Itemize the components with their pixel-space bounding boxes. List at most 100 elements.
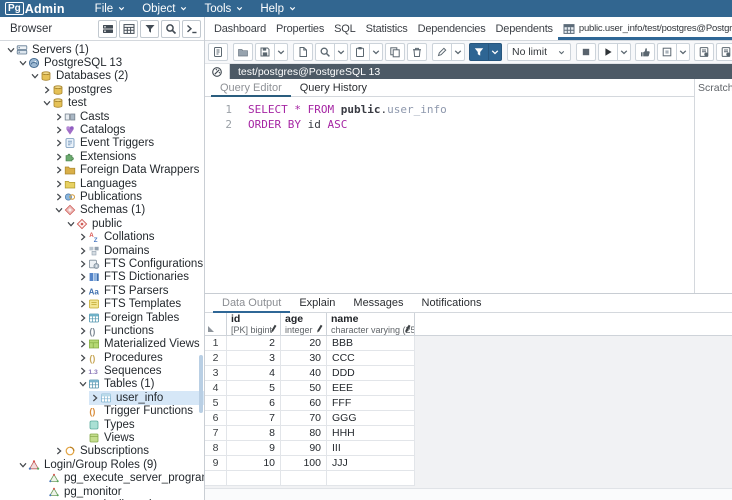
cell-r7-name[interactable]: HHH	[327, 426, 415, 441]
commit-button[interactable]	[635, 43, 655, 61]
tree-item-fts-templates[interactable]: FTS Templates	[0, 297, 204, 310]
filter-options-button[interactable]	[489, 43, 502, 61]
cell-r9-name[interactable]: JJJ	[327, 456, 415, 471]
tree-item-extensions[interactable]: Extensions	[0, 150, 204, 163]
tree-expand-icon[interactable]	[77, 273, 88, 281]
tree-expand-icon[interactable]	[77, 367, 88, 375]
server-connect-button[interactable]	[98, 20, 117, 38]
connection-status-button[interactable]	[205, 64, 230, 79]
cell-r3-id[interactable]: 4	[227, 366, 281, 381]
tree-item-trigger-functions[interactable]: ()Trigger Functions	[0, 405, 204, 418]
tab-messages[interactable]: Messages	[344, 294, 412, 312]
cell-r8-age[interactable]: 90	[281, 441, 327, 456]
rollback-button[interactable]	[657, 43, 677, 61]
tree-expand-icon[interactable]	[53, 113, 64, 121]
row-number[interactable]: 8	[205, 441, 227, 456]
cell-r1-name[interactable]: BBB	[327, 336, 415, 351]
cell-r4-age[interactable]: 50	[281, 381, 327, 396]
delete-rows-button[interactable]	[407, 43, 427, 61]
tab-properties[interactable]: Properties	[271, 17, 329, 40]
tree-item-servers-1[interactable]: Servers (1)	[0, 43, 204, 56]
tree-item-casts[interactable]: Casts	[0, 110, 204, 123]
tree-item-foreign-data-wrappers[interactable]: Foreign Data Wrappers	[0, 164, 204, 177]
cell-r2-name[interactable]: CCC	[327, 351, 415, 366]
filter-button[interactable]	[469, 43, 489, 61]
cell-r9-age[interactable]: 100	[281, 456, 327, 471]
tab-dashboard[interactable]: Dashboard	[209, 17, 271, 40]
tree-item-test[interactable]: test	[0, 97, 204, 110]
tree-expand-icon[interactable]	[77, 354, 88, 362]
column-header-name[interactable]: namecharacter varying (255)	[327, 313, 415, 336]
row-number[interactable]: 4	[205, 381, 227, 396]
find-options-button[interactable]	[335, 43, 348, 61]
tree-item-languages[interactable]: Languages	[0, 177, 204, 190]
tree-expand-icon[interactable]	[77, 287, 88, 295]
cell-r4-name[interactable]: EEE	[327, 381, 415, 396]
tree-item-foreign-tables[interactable]: Foreign Tables	[0, 311, 204, 324]
tree-expand-icon[interactable]	[53, 139, 64, 147]
tree-item-pg-execute-server-program[interactable]: pg_execute_server_program	[0, 472, 204, 485]
tree-item-views[interactable]: Views	[0, 431, 204, 444]
tree-expand-icon[interactable]	[77, 260, 88, 268]
transaction-options-button[interactable]	[677, 43, 690, 61]
tree-collapse-icon[interactable]	[53, 206, 64, 214]
tree-expand-icon[interactable]	[53, 447, 64, 455]
tab-query-history[interactable]: Query History	[291, 79, 376, 96]
cell-r7-id[interactable]: 8	[227, 426, 281, 441]
find-button[interactable]	[315, 43, 335, 61]
tree-collapse-icon[interactable]	[5, 46, 16, 54]
cell-r8-name[interactable]: III	[327, 441, 415, 456]
tree-item-event-triggers[interactable]: Event Triggers	[0, 137, 204, 150]
tree-expand-icon[interactable]	[77, 233, 88, 241]
tree-expand-icon[interactable]	[77, 300, 88, 308]
cell-r1-id[interactable]: 2	[227, 336, 281, 351]
edit-pencil-icon[interactable]	[268, 322, 280, 334]
sql-editor[interactable]: 12 SELECT * FROM public.user_infoORDER B…	[205, 97, 694, 293]
cell-r5-name[interactable]: FFF	[327, 396, 415, 411]
tab-dependencies[interactable]: Dependencies	[413, 17, 491, 40]
tree-item-fts-parsers[interactable]: AaFTS Parsers	[0, 284, 204, 297]
cell-r1-age[interactable]: 20	[281, 336, 327, 351]
tab-query-editor[interactable]: Query Editor	[211, 79, 291, 96]
tab-sql[interactable]: SQL	[329, 17, 360, 40]
open-file-button[interactable]	[233, 43, 253, 61]
cell-r6-name[interactable]: GGG	[327, 411, 415, 426]
row-number[interactable]: 9	[205, 456, 227, 471]
row-number[interactable]: 1	[205, 336, 227, 351]
tree-item-public[interactable]: public	[0, 217, 204, 230]
row-number[interactable]: 2	[205, 351, 227, 366]
menu-file[interactable]: File	[95, 3, 127, 15]
tab-dependents[interactable]: Dependents	[491, 17, 558, 40]
tree-item-publications[interactable]: Publications	[0, 190, 204, 203]
tree-collapse-icon[interactable]	[65, 220, 76, 228]
sql-code[interactable]: SELECT * FROM public.user_infoORDER BY i…	[240, 97, 694, 293]
copy-rows-button[interactable]	[385, 43, 405, 61]
tree-item-postgres[interactable]: postgres	[0, 83, 204, 96]
cell-r3-age[interactable]: 40	[281, 366, 327, 381]
cell-r2-id[interactable]: 3	[227, 351, 281, 366]
tree-collapse-icon[interactable]	[17, 59, 28, 67]
tree-item-databases-2[interactable]: Databases (2)	[0, 70, 204, 83]
tab-explain[interactable]: Explain	[290, 294, 344, 312]
tree-expand-icon[interactable]	[77, 247, 88, 255]
tree-item-pg-monitor[interactable]: pg_monitor	[0, 485, 204, 498]
tree-expand-icon[interactable]	[77, 327, 88, 335]
edit-pencil-icon[interactable]	[314, 322, 326, 334]
tree-expand-icon[interactable]	[53, 166, 64, 174]
copy-document-button[interactable]	[293, 43, 313, 61]
cell-r9-id[interactable]: 10	[227, 456, 281, 471]
cell-r3-name[interactable]: DDD	[327, 366, 415, 381]
row-number[interactable]: 7	[205, 426, 227, 441]
grid-select-all-cell[interactable]	[205, 313, 227, 336]
tree-collapse-icon[interactable]	[29, 72, 40, 80]
query-tool-button[interactable]	[182, 20, 201, 38]
tree-expand-icon[interactable]	[89, 394, 100, 402]
tree-item-sequences[interactable]: 1.3Sequences	[0, 364, 204, 377]
tree-item-subscriptions[interactable]: Subscriptions	[0, 445, 204, 458]
tree-expand-icon[interactable]	[53, 126, 64, 134]
filtered-rows-button[interactable]	[140, 20, 159, 38]
macro-2-button[interactable]	[716, 43, 732, 61]
open-query-tool-button[interactable]	[208, 43, 228, 61]
macro-1-button[interactable]	[694, 43, 714, 61]
scratch-pad[interactable]: Scratch	[694, 79, 732, 293]
